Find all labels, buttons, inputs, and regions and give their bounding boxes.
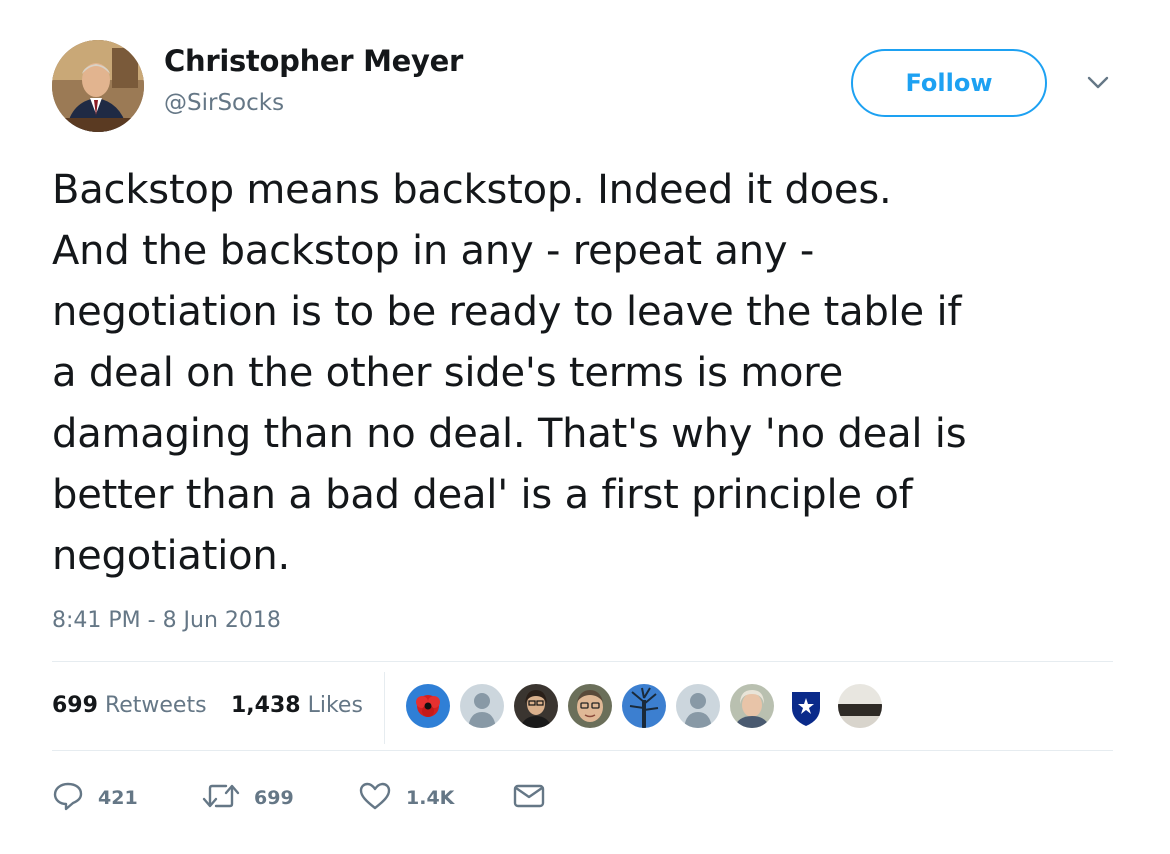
like-count: 1.4K bbox=[406, 787, 455, 809]
chevron-down-icon[interactable] bbox=[1086, 74, 1110, 92]
tweet-timestamp[interactable]: 8:41 PM - 8 Jun 2018 bbox=[52, 608, 281, 633]
author-display-name[interactable]: Christopher Meyer bbox=[164, 44, 463, 78]
divider bbox=[52, 661, 1113, 662]
heart-icon bbox=[358, 781, 392, 815]
liker-avatar-person[interactable] bbox=[514, 684, 558, 728]
author-avatar[interactable] bbox=[52, 40, 144, 132]
retweets-stat[interactable]: 699 Retweets bbox=[52, 693, 207, 718]
retweet-button[interactable]: 699 bbox=[202, 780, 294, 816]
likes-count: 1,438 bbox=[231, 693, 301, 718]
tweet-text: Backstop means backstop. Indeed it does.… bbox=[52, 167, 967, 579]
liker-avatar-landscape[interactable] bbox=[838, 684, 882, 728]
tweet-card: Christopher Meyer @SirSocks Follow Backs… bbox=[0, 0, 1170, 854]
divider bbox=[52, 750, 1113, 751]
stats-divider bbox=[384, 672, 385, 744]
liker-avatar-person[interactable] bbox=[730, 684, 774, 728]
retweets-count: 699 bbox=[52, 693, 98, 718]
author-handle[interactable]: @SirSocks bbox=[164, 90, 284, 116]
like-button[interactable]: 1.4K bbox=[358, 780, 454, 816]
liker-avatar-tree[interactable] bbox=[622, 684, 666, 728]
reply-icon bbox=[52, 781, 84, 815]
liker-avatar-default[interactable] bbox=[460, 684, 504, 728]
liker-avatar-default[interactable] bbox=[676, 684, 720, 728]
envelope-icon bbox=[512, 782, 546, 814]
liker-avatar-crest[interactable] bbox=[784, 684, 828, 728]
retweet-icon bbox=[202, 781, 240, 815]
retweet-count: 699 bbox=[254, 787, 294, 809]
direct-message-button[interactable] bbox=[512, 780, 546, 816]
likes-label: Likes bbox=[307, 693, 363, 718]
liker-avatar-poppy[interactable] bbox=[406, 684, 450, 728]
reply-count: 421 bbox=[98, 787, 138, 809]
retweets-label: Retweets bbox=[104, 693, 207, 718]
reply-button[interactable]: 421 bbox=[52, 780, 138, 816]
follow-button[interactable]: Follow bbox=[851, 49, 1047, 117]
likes-stat[interactable]: 1,438 Likes bbox=[231, 693, 363, 718]
liker-avatar-person[interactable] bbox=[568, 684, 612, 728]
